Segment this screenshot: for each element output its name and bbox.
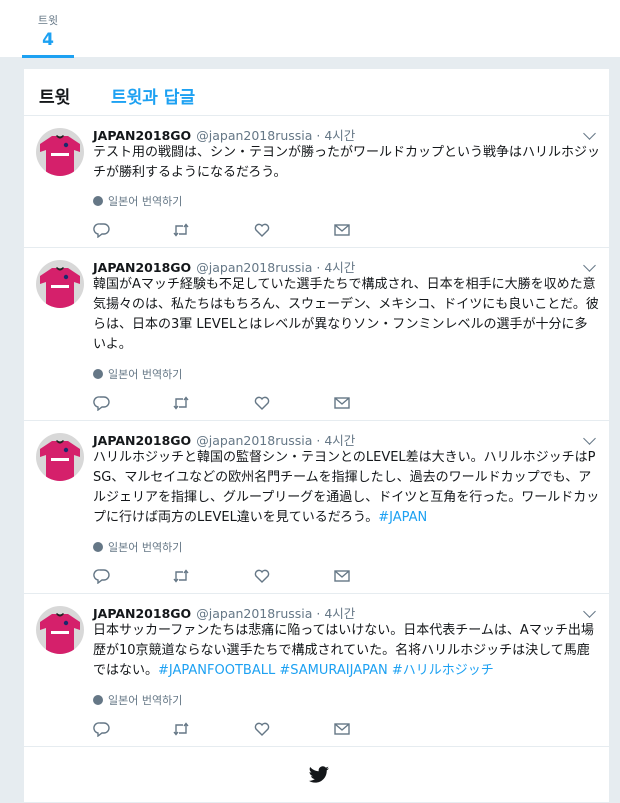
tweet-item[interactable]: JAPAN2018GO @japan2018russia · 4시간 ハリルホジ… xyxy=(24,421,609,594)
avatar[interactable] xyxy=(36,606,84,654)
heart-icon[interactable] xyxy=(253,568,273,586)
hashtag-link[interactable]: #JAPANFOOTBALL #SAMURAIJAPAN #ハリルホジッチ xyxy=(158,663,494,678)
globe-icon xyxy=(93,695,103,705)
avatar[interactable] xyxy=(36,433,84,481)
retweet-icon[interactable] xyxy=(172,222,192,240)
reply-icon[interactable] xyxy=(93,222,113,240)
jersey-image xyxy=(36,260,84,308)
retweet-icon[interactable] xyxy=(172,395,192,413)
tweet-body: ハリルホジッチと韓国の監督シン・テヨンとのLEVEL差は大きい。ハリルホジッチは… xyxy=(93,450,600,525)
tweet-text: テスト用の戦闘は、シン・テヨンが勝ったがワールドカップという戦争はハリルホジッチ… xyxy=(93,143,600,183)
tweet-actions xyxy=(93,395,393,413)
tweet-text: 韓国がAマッチ経験も不足していた選手たちで構成され、日本を相手に大勝を収めた意気… xyxy=(93,275,600,355)
envelope-icon[interactable] xyxy=(333,222,353,240)
tweet-actions xyxy=(93,222,393,240)
translate-label: 일본어 번역하기 xyxy=(108,541,183,554)
globe-icon xyxy=(93,369,103,379)
retweet-icon[interactable] xyxy=(172,721,192,739)
author-name[interactable]: JAPAN2018GO xyxy=(93,260,191,275)
translate-link[interactable]: 일본어 번역하기 xyxy=(93,692,182,708)
avatar[interactable] xyxy=(36,260,84,308)
heart-icon[interactable] xyxy=(253,222,273,240)
tweets-count-value: 4 xyxy=(42,30,54,50)
tweet-header: JAPAN2018GO @japan2018russia · 4시간 xyxy=(93,430,355,448)
tweet-item[interactable]: JAPAN2018GO @japan2018russia · 4시간 テスト用の… xyxy=(24,116,609,248)
translate-link[interactable]: 일본어 번역하기 xyxy=(93,539,182,555)
tweets-count-tab[interactable]: 트윗 4 xyxy=(22,0,74,58)
profile-nav: 트윗 4 xyxy=(0,0,620,58)
tweet-item[interactable]: JAPAN2018GO @japan2018russia · 4시간 日本サッカ… xyxy=(24,594,609,747)
tweet-header: JAPAN2018GO @japan2018russia · 4시간 xyxy=(93,125,355,143)
author-name[interactable]: JAPAN2018GO xyxy=(93,433,191,448)
reply-icon[interactable] xyxy=(93,568,113,586)
envelope-icon[interactable] xyxy=(333,395,353,413)
author-handle-time[interactable]: @japan2018russia · 4시간 xyxy=(196,606,355,621)
tweet-header: JAPAN2018GO @japan2018russia · 4시간 xyxy=(93,257,355,275)
chevron-down-icon[interactable] xyxy=(583,605,596,618)
tweet-header: JAPAN2018GO @japan2018russia · 4시간 xyxy=(93,603,355,621)
author-name[interactable]: JAPAN2018GO xyxy=(93,128,191,143)
jersey-image xyxy=(36,128,84,176)
translate-label: 일본어 번역하기 xyxy=(108,195,183,208)
chevron-down-icon[interactable] xyxy=(583,127,596,140)
chevron-down-icon[interactable] xyxy=(583,432,596,445)
translate-label: 일본어 번역하기 xyxy=(108,694,183,707)
tab-tweets[interactable]: 트윗 xyxy=(39,83,70,108)
retweet-icon[interactable] xyxy=(172,568,192,586)
globe-icon xyxy=(93,196,103,206)
avatar[interactable] xyxy=(36,128,84,176)
author-name[interactable]: JAPAN2018GO xyxy=(93,606,191,621)
reply-icon[interactable] xyxy=(93,721,113,739)
author-handle-time[interactable]: @japan2018russia · 4시간 xyxy=(196,128,355,143)
tweet-item[interactable]: JAPAN2018GO @japan2018russia · 4시간 韓国がAマ… xyxy=(24,248,609,421)
hashtag-link[interactable]: #JAPAN xyxy=(378,510,427,525)
author-handle-time[interactable]: @japan2018russia · 4시간 xyxy=(196,260,355,275)
twitter-bird-icon xyxy=(308,766,330,784)
tweets-count-label: 트윗 xyxy=(37,14,59,27)
jersey-image xyxy=(36,606,84,654)
chevron-down-icon[interactable] xyxy=(583,259,596,272)
tweet-body: 韓国がAマッチ経験も不足していた選手たちで構成され、日本を相手に大勝を収めた意気… xyxy=(93,277,599,352)
heart-icon[interactable] xyxy=(253,721,273,739)
timeline-panel: 트윗 트윗과 답글 JAPAN2018GO @japan2018russia ·… xyxy=(23,68,610,803)
reply-icon[interactable] xyxy=(93,395,113,413)
tweet-body: テスト用の戦闘は、シン・テヨンが勝ったがワールドカップという戦争はハリルホジッチ… xyxy=(93,145,601,180)
translate-link[interactable]: 일본어 번역하기 xyxy=(93,366,182,382)
envelope-icon[interactable] xyxy=(333,568,353,586)
timeline-tabs: 트윗 트윗과 답글 xyxy=(24,69,609,116)
tweet-text: ハリルホジッチと韓国の監督シン・テヨンとのLEVEL差は大きい。ハリルホジッチは… xyxy=(93,448,600,528)
tweet-actions xyxy=(93,721,393,739)
tab-tweets-and-replies[interactable]: 트윗과 답글 xyxy=(111,83,195,108)
heart-icon[interactable] xyxy=(253,395,273,413)
author-handle-time[interactable]: @japan2018russia · 4시간 xyxy=(196,433,355,448)
translate-label: 일본어 번역하기 xyxy=(108,368,183,381)
translate-link[interactable]: 일본어 번역하기 xyxy=(93,193,182,209)
jersey-image xyxy=(36,433,84,481)
tweet-text: 日本サッカーファンたちは悲痛に陥ってはいけない。日本代表チームは、Aマッチ出場歴… xyxy=(93,621,600,681)
tweet-actions xyxy=(93,568,393,586)
globe-icon xyxy=(93,542,103,552)
envelope-icon[interactable] xyxy=(333,721,353,739)
